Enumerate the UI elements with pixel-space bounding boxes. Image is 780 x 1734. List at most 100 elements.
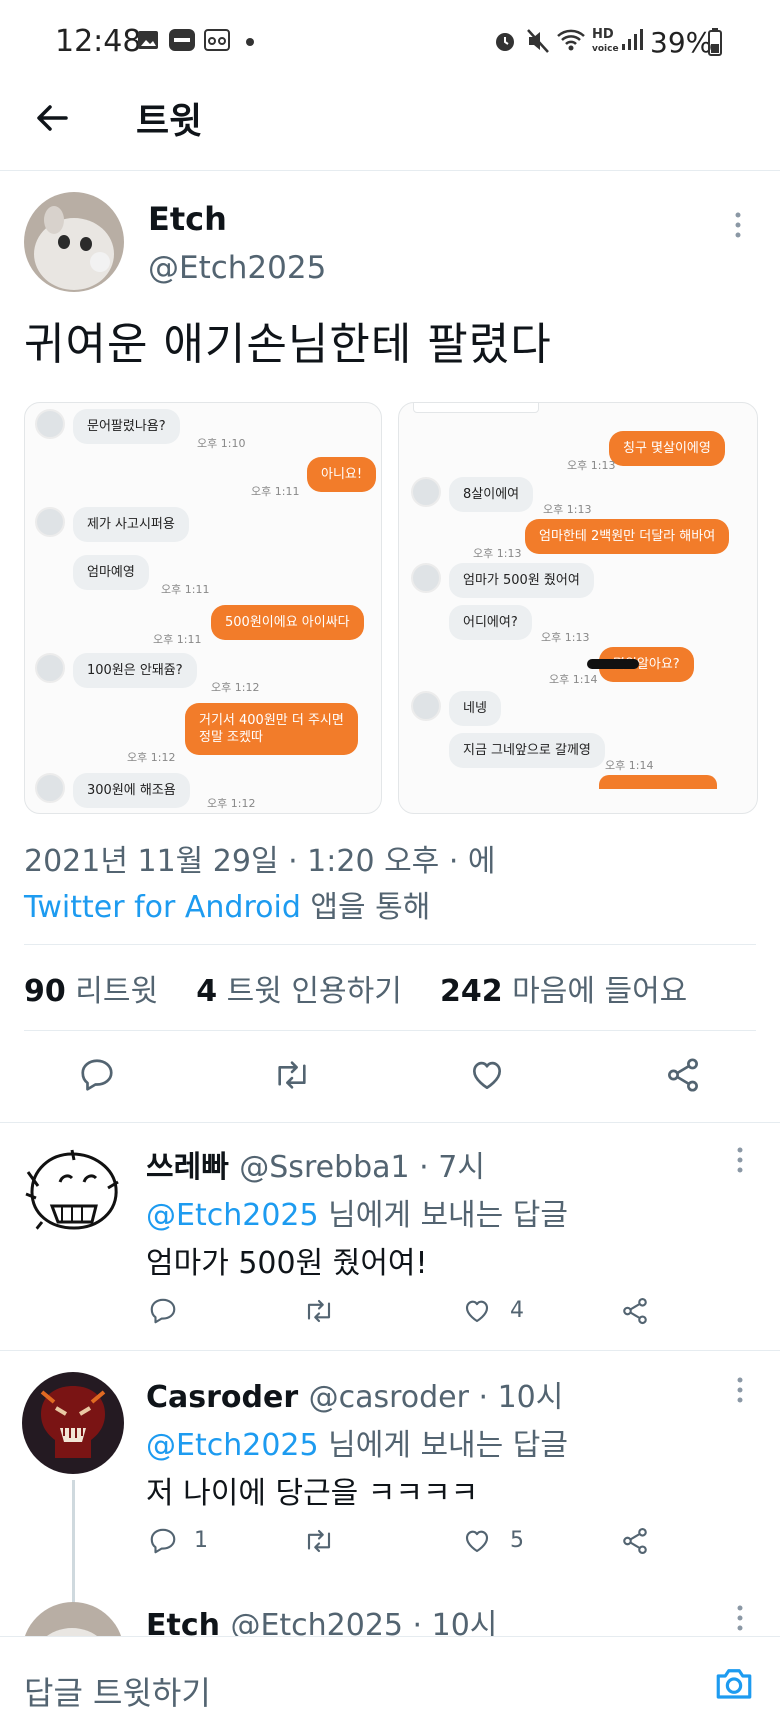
cropped-element xyxy=(413,403,539,413)
chat-avatar xyxy=(35,653,65,683)
more-options-icon[interactable] xyxy=(734,1376,746,1404)
like-count: 5 xyxy=(510,1528,524,1553)
divider xyxy=(0,1350,780,1351)
chat-message: 칭구 몇살이에영 xyxy=(609,431,725,466)
chat-time: 오후 1:13 xyxy=(541,631,590,644)
source-app-link[interactable]: Twitter for Android xyxy=(24,890,301,925)
tweet-text: 귀여운 애기손님한테 팔렸다 xyxy=(24,319,552,370)
chat-time: 오후 1:11 xyxy=(161,583,210,596)
thread-line xyxy=(72,1480,75,1604)
reply-author-name: 쓰레빠 xyxy=(146,1150,229,1185)
chat-time: 오후 1:13 xyxy=(473,547,522,560)
app-header xyxy=(0,86,780,171)
tweet-date: 2021년 11월 29일 · 1:20 오후 · 에 xyxy=(24,844,496,879)
chat-line: 거기서 400원만 더 주시면 xyxy=(199,713,344,728)
like-icon[interactable] xyxy=(462,1526,492,1556)
tweet-image-2[interactable]: 칭구 몇살이에영 오후 1:13 8살이에여 오후 1:13 엄마한테 2백원만… xyxy=(398,402,758,814)
reply-to-suffix: 님에게 보내는 답글 xyxy=(318,1428,568,1463)
chat-time: 오후 1:12 xyxy=(207,797,256,810)
divider xyxy=(24,944,756,945)
chat-message: 지금 그네앞으로 갈께영 xyxy=(449,733,605,768)
reply-compose-placeholder[interactable]: 답글 트윗하기 xyxy=(24,1668,211,1714)
chat-time: 오후 1:10 xyxy=(197,437,246,450)
more-options-icon[interactable] xyxy=(732,210,744,240)
mention-link[interactable]: @Etch2025 xyxy=(146,1428,319,1463)
like-icon[interactable] xyxy=(468,1056,506,1094)
chat-message: 엄마한테 2백원만 더달라 해바여 xyxy=(525,519,730,554)
gallery-icon xyxy=(136,28,160,52)
reply-author-handle: @casroder · 10시 xyxy=(308,1380,564,1415)
retweet-icon[interactable] xyxy=(302,1296,336,1326)
reply-count: 1 xyxy=(194,1528,208,1553)
tweet-source: Twitter for Android 앱을 통해 xyxy=(24,882,430,926)
quotes-stat[interactable]: 4 트윗 인용하기 xyxy=(196,974,402,1009)
divider xyxy=(0,1122,780,1123)
retweet-icon[interactable] xyxy=(302,1526,336,1556)
chat-message: 8살이에여 xyxy=(449,477,534,512)
reply-icon[interactable] xyxy=(148,1526,178,1556)
chat-avatar xyxy=(411,691,441,721)
reply-to-suffix: 님에게 보내는 답글 xyxy=(318,1198,568,1233)
reply-author-name: Casroder xyxy=(146,1380,299,1415)
like-count: 4 xyxy=(510,1298,524,1323)
chat-avatar xyxy=(35,507,65,537)
chat-time: 오후 1:14 xyxy=(549,673,598,686)
chat-message: 네넹 xyxy=(449,691,501,726)
more-options-icon[interactable] xyxy=(734,1604,746,1632)
author-handle[interactable]: @Etch2025 xyxy=(148,250,326,286)
more-options-icon[interactable] xyxy=(734,1146,746,1174)
notification-dot-icon xyxy=(246,38,254,46)
reply-text: 엄마가 500원 줬어여! xyxy=(146,1246,428,1281)
chat-message: 500원이에요 아이싸다 xyxy=(211,605,364,640)
reply-author[interactable]: 쓰레빠 @Ssrebba1 · 7시 xyxy=(146,1142,485,1186)
tweet-stats: 90 리트윗 4 트윗 인용하기 242 마음에 들어요 xyxy=(24,966,687,1010)
reply-text: 저 나이에 당근을 ㅋㅋㅋㅋ xyxy=(146,1476,479,1511)
chat-time: 오후 1:11 xyxy=(153,633,202,646)
chat-time: 오후 1:11 xyxy=(251,485,300,498)
reply-icon[interactable] xyxy=(78,1056,116,1094)
quotes-count: 4 xyxy=(196,974,218,1009)
avatar[interactable] xyxy=(22,1372,124,1474)
reply-to-line: @Etch2025 님에게 보내는 답글 xyxy=(146,1190,568,1234)
chat-time: 오후 1:12 xyxy=(211,681,260,694)
signal-icon xyxy=(620,28,644,52)
reply-icon[interactable] xyxy=(148,1296,178,1326)
author-name[interactable]: Etch xyxy=(148,200,227,238)
chat-time: 오후 1:13 xyxy=(567,459,616,472)
share-icon[interactable] xyxy=(620,1296,650,1326)
chat-message: 문어팔렸나욤? xyxy=(73,409,180,444)
chat-message: 아니요! xyxy=(307,457,377,492)
reply-author[interactable]: Casroder @casroder · 10시 xyxy=(146,1372,563,1416)
chat-message-cropped xyxy=(599,775,717,789)
avatar[interactable] xyxy=(24,192,124,292)
chat-time: 오후 1:14 xyxy=(605,759,654,772)
likes-count: 242 xyxy=(439,974,503,1009)
back-arrow-icon[interactable] xyxy=(34,100,70,136)
likes-stat[interactable]: 242 마음에 들어요 xyxy=(440,974,687,1009)
alarm-icon xyxy=(492,28,518,54)
chat-line: 정말 조켔따 xyxy=(199,730,263,745)
retweet-icon[interactable] xyxy=(272,1056,312,1094)
chat-avatar xyxy=(35,409,65,439)
chat-message: 제가 사고시퍼용 xyxy=(73,507,189,542)
camera-icon[interactable] xyxy=(712,1662,756,1704)
share-icon[interactable] xyxy=(620,1526,650,1556)
avatar[interactable] xyxy=(22,1142,124,1244)
chat-avatar xyxy=(411,563,441,593)
tweet-image-1[interactable]: 문어팔렸나욤? 오후 1:10 아니요! 오후 1:11 제가 사고시퍼용 엄마… xyxy=(24,402,382,814)
mention-link[interactable]: @Etch2025 xyxy=(146,1198,319,1233)
chat-avatar xyxy=(411,477,441,507)
like-icon[interactable] xyxy=(462,1296,492,1326)
retweets-label: 리트윗 xyxy=(65,974,159,1009)
quotes-label: 트윗 인용하기 xyxy=(217,974,402,1009)
redaction-mark xyxy=(587,659,639,669)
chat-message: 300원에 해조욤 xyxy=(73,773,190,808)
battery-percent: 39% xyxy=(650,26,713,59)
reply-author-handle: @Ssrebba1 · 7시 xyxy=(239,1150,485,1185)
share-icon[interactable] xyxy=(664,1056,702,1094)
chat-time: 오후 1:12 xyxy=(127,751,176,764)
chat-message: 100원은 안돼쥼? xyxy=(73,653,197,688)
wifi-icon xyxy=(556,28,586,52)
chat-time: 오후 1:13 xyxy=(543,503,592,516)
retweets-stat[interactable]: 90 리트윗 xyxy=(24,974,158,1009)
